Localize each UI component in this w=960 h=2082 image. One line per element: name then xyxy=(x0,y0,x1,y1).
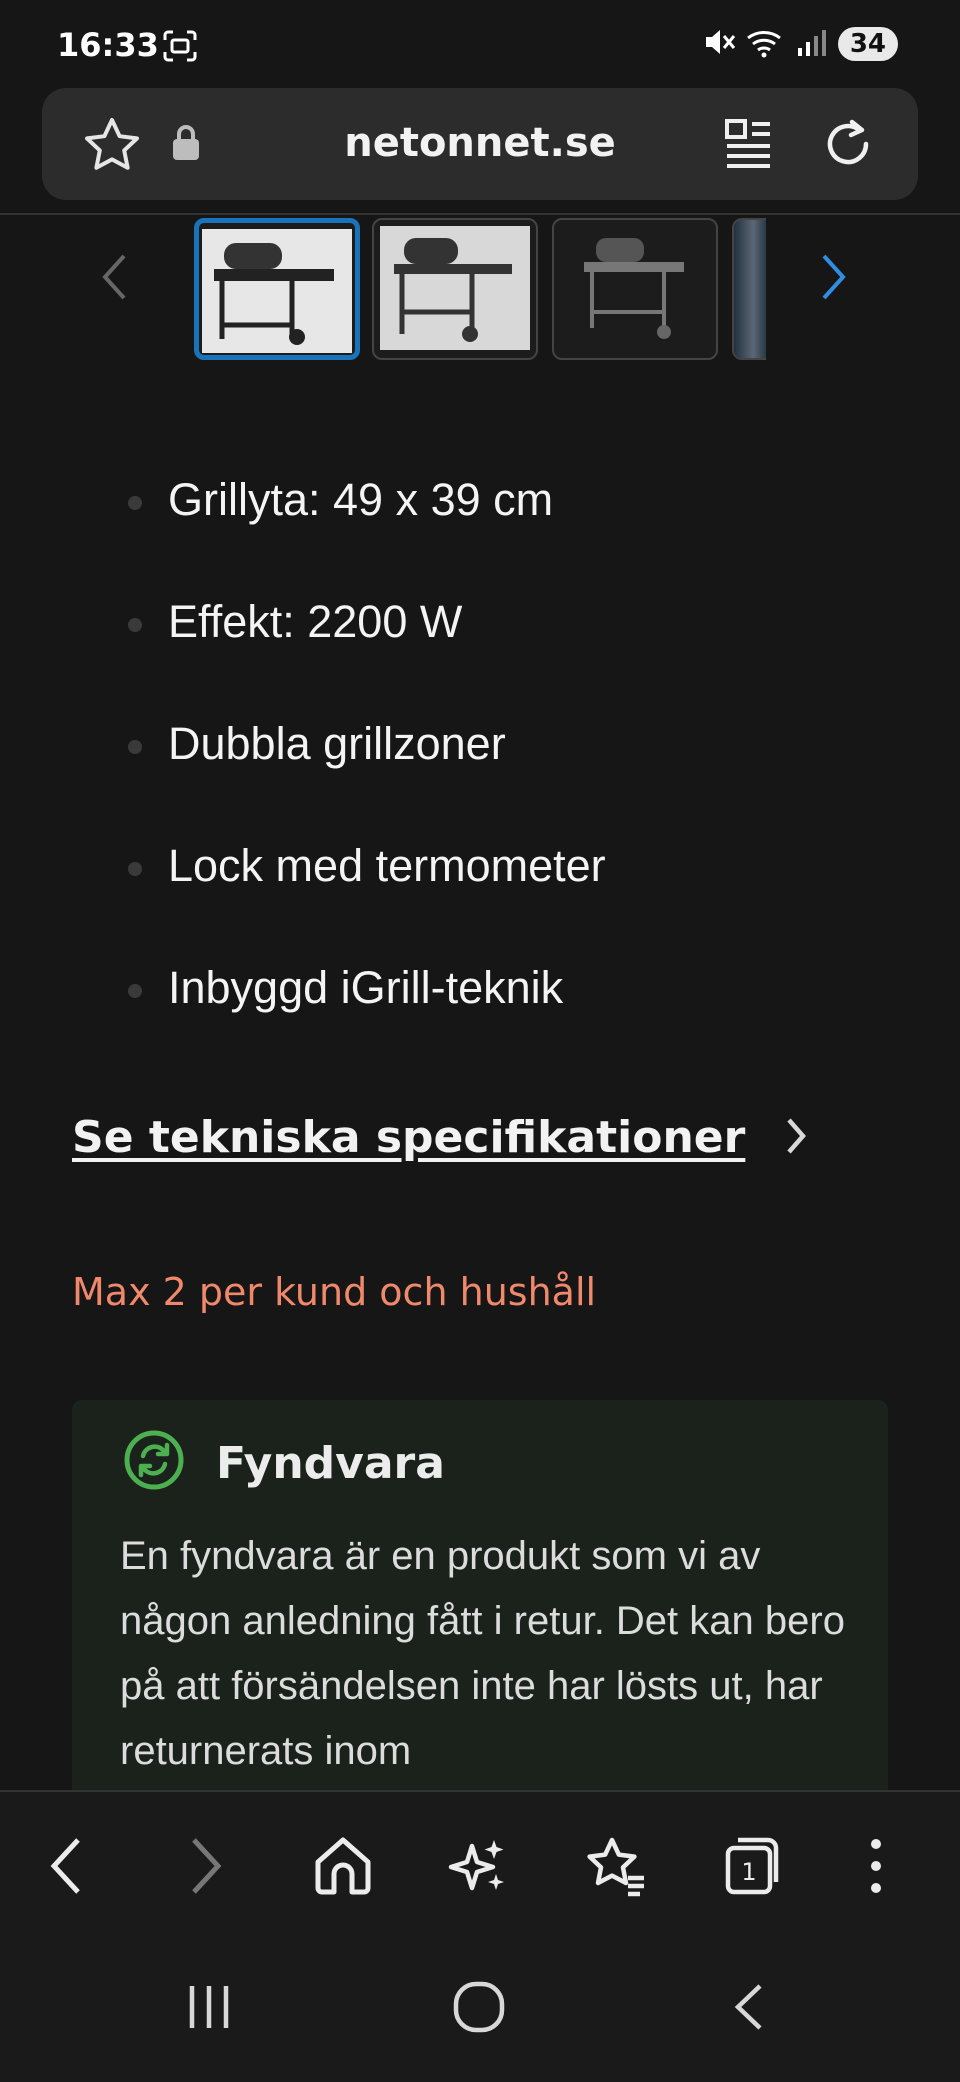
recycle-icon xyxy=(124,1430,184,1494)
gallery-photo xyxy=(734,220,766,358)
screenshot-icon xyxy=(162,30,198,66)
spec-link-row[interactable]: Se tekniska specifikationer xyxy=(72,1112,809,1163)
feature-list: Grillyta: 49 x 39 cm Effekt: 2200 W Dubb… xyxy=(128,470,606,1080)
gallery-thumbnail-4[interactable] xyxy=(732,218,766,360)
feature-text: Dubbla grillzoner xyxy=(168,718,506,769)
feature-item: Grillyta: 49 x 39 cm xyxy=(128,470,606,592)
header-divider xyxy=(0,213,960,215)
battery-badge: 34 xyxy=(837,27,898,61)
spec-link[interactable]: Se tekniska specifikationer xyxy=(72,1112,745,1163)
bullet-icon xyxy=(128,984,142,998)
bullet-icon xyxy=(128,740,142,754)
favorites-icon[interactable] xyxy=(584,1834,648,1902)
status-time: 16:33 xyxy=(57,26,159,64)
tabs-icon[interactable]: 1 xyxy=(722,1834,782,1902)
feature-text: Inbyggd iGrill-teknik xyxy=(168,962,564,1013)
tab-count: 1 xyxy=(741,1858,756,1886)
gallery-thumbnail-2[interactable] xyxy=(372,218,538,360)
reload-icon[interactable] xyxy=(818,114,878,178)
purchase-limit-note: Max 2 per kund och hushåll xyxy=(72,1270,597,1314)
gallery-thumbnail-1[interactable] xyxy=(194,218,360,360)
mute-icon xyxy=(702,26,736,62)
bullet-icon xyxy=(128,496,142,510)
system-home-icon[interactable] xyxy=(452,1980,506,2038)
back-icon[interactable] xyxy=(46,1834,86,1902)
gallery-next-icon[interactable] xyxy=(820,252,848,306)
feature-item: Effekt: 2200 W xyxy=(128,592,606,714)
reader-mode-icon[interactable] xyxy=(724,118,772,174)
browser-bottom-toolbar: 1 xyxy=(0,1790,960,2082)
feature-text: Effekt: 2200 W xyxy=(168,596,463,647)
bullet-icon xyxy=(128,618,142,632)
forward-icon[interactable] xyxy=(186,1834,226,1902)
gallery-prev-icon[interactable] xyxy=(100,252,128,306)
feature-item: Dubbla grillzoner xyxy=(128,714,606,836)
fyndvara-card: Fyndvara En fyndvara är en produkt som v… xyxy=(72,1400,888,1820)
url-bar[interactable]: netonnet.se xyxy=(42,88,918,200)
ai-sparkle-icon[interactable] xyxy=(448,1834,510,1902)
feature-text: Grillyta: 49 x 39 cm xyxy=(168,474,554,525)
system-back-icon[interactable] xyxy=(728,1982,768,2036)
menu-icon[interactable] xyxy=(868,1834,884,1902)
recents-icon[interactable] xyxy=(184,1982,234,2036)
bookmark-star-icon[interactable] xyxy=(82,116,142,178)
gallery-thumbnail-3[interactable] xyxy=(552,218,718,360)
fyndvara-description: En fyndvara är en produkt som vi av någo… xyxy=(120,1534,845,1773)
signal-icon xyxy=(796,26,828,62)
feature-item: Inbyggd iGrill-teknik xyxy=(128,958,606,1080)
home-icon[interactable] xyxy=(312,1834,374,1902)
chevron-right-icon[interactable] xyxy=(785,1116,809,1160)
feature-item: Lock med termometer xyxy=(128,836,606,958)
status-icons: 34 xyxy=(702,26,898,62)
feature-text: Lock med termometer xyxy=(168,840,606,891)
bullet-icon xyxy=(128,862,142,876)
wifi-icon xyxy=(746,26,786,62)
fyndvara-title: Fyndvara xyxy=(216,1438,445,1489)
status-bar: 16:33 34 xyxy=(0,0,960,90)
lock-icon xyxy=(170,124,202,166)
